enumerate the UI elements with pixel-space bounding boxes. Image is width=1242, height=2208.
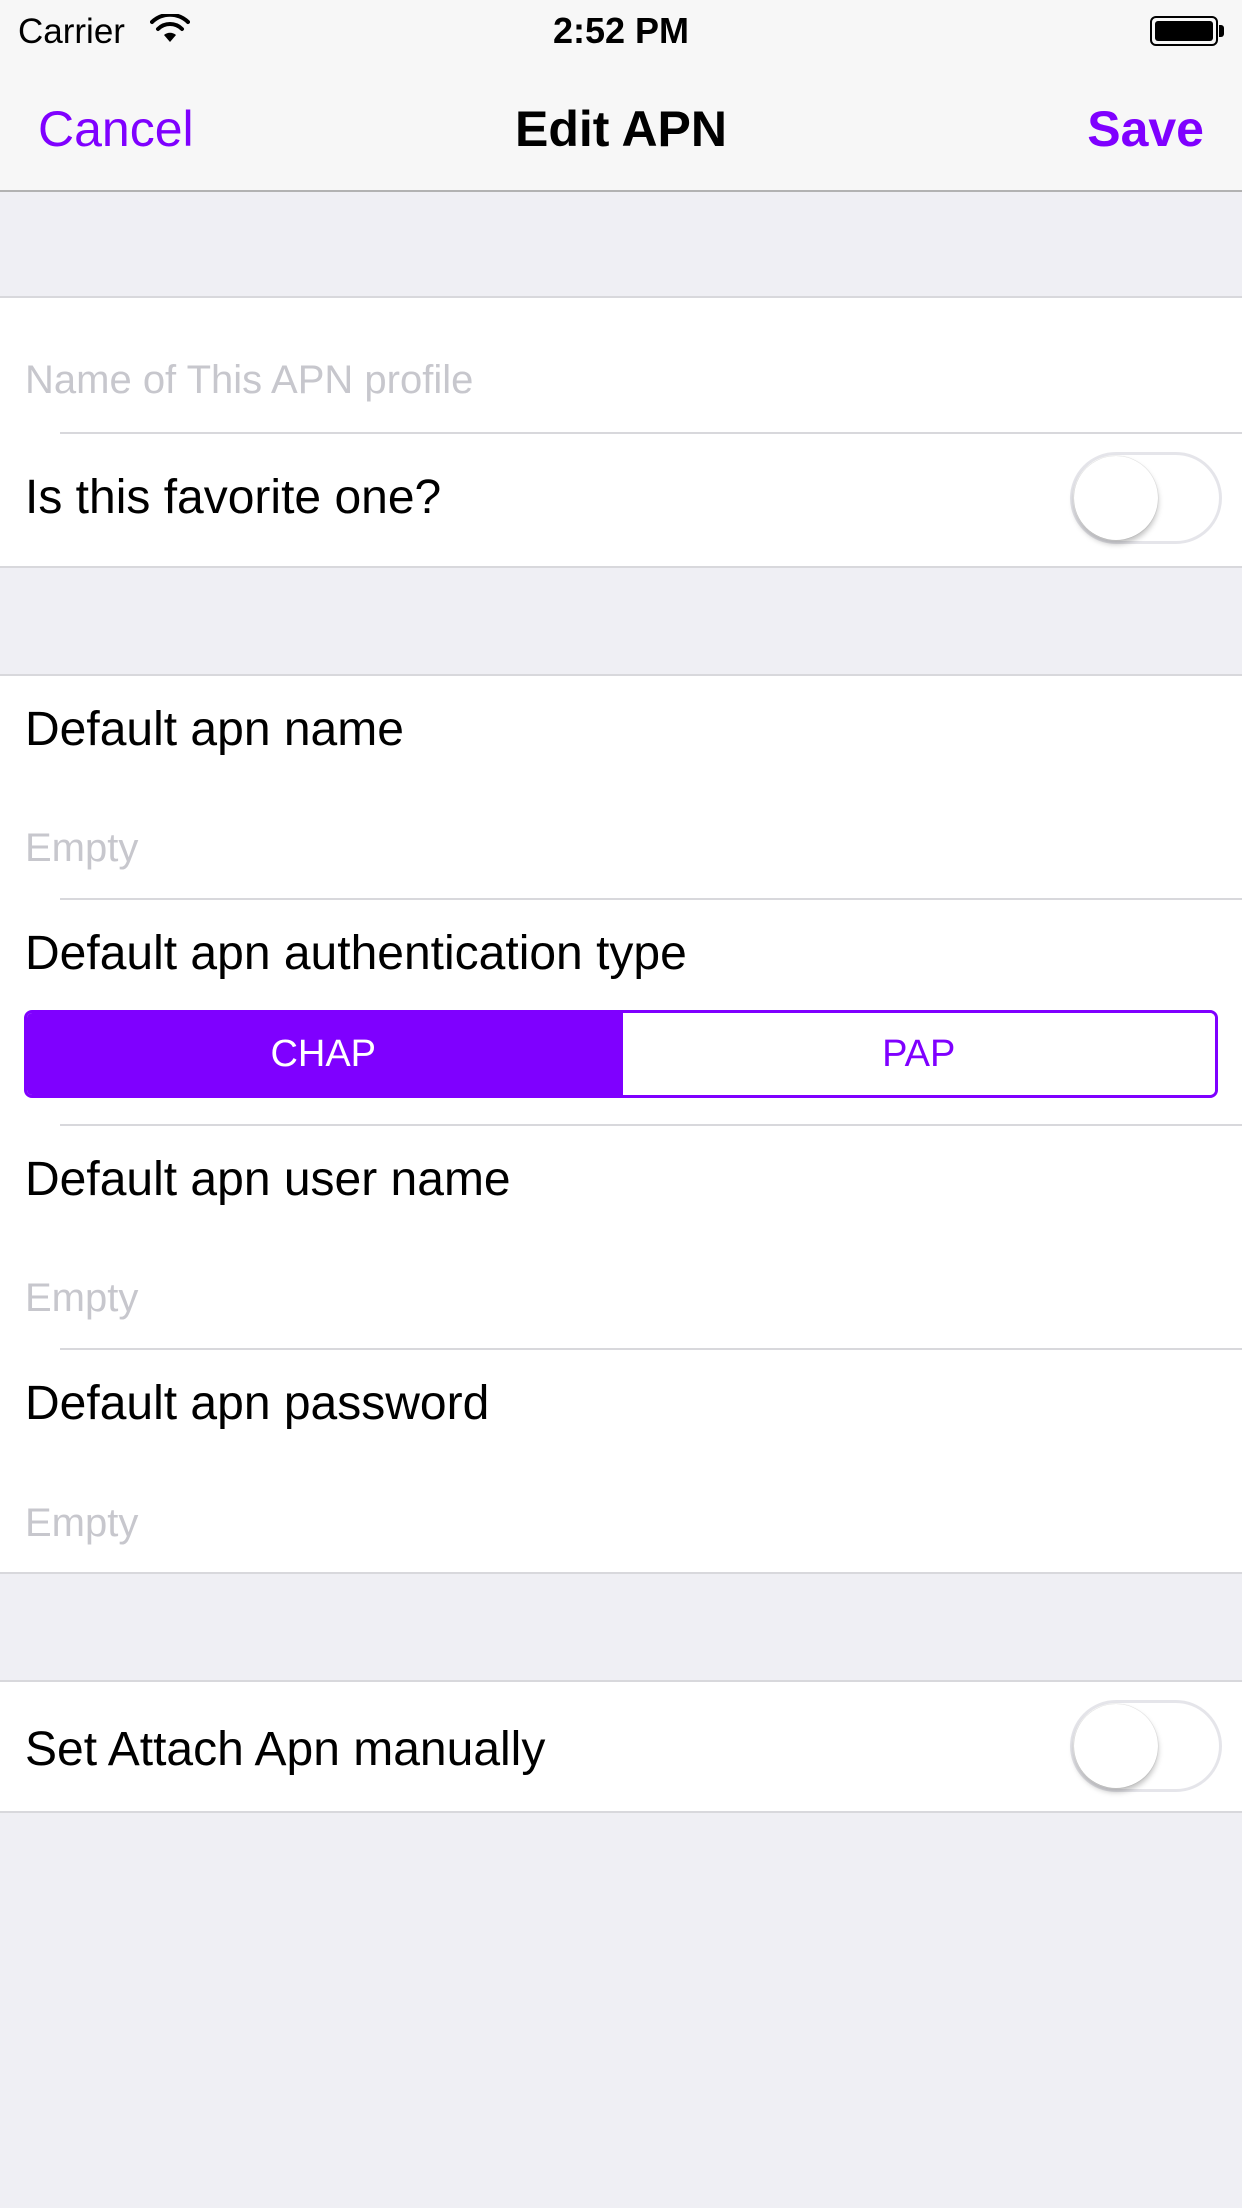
segment-chap[interactable]: CHAP xyxy=(27,1013,620,1095)
favorite-label: Is this favorite one? xyxy=(25,471,442,524)
divider xyxy=(60,1348,1242,1350)
auth-type-segmented-control[interactable]: CHAP PAP xyxy=(24,1010,1218,1098)
segment-pap[interactable]: PAP xyxy=(619,1013,1215,1095)
apn-name-label: Default apn name xyxy=(25,703,404,756)
password-input[interactable]: Empty xyxy=(25,1501,138,1546)
navigation-bar: Cancel Edit APN Save xyxy=(0,60,1242,192)
favorite-toggle[interactable] xyxy=(1070,452,1222,544)
user-name-label: Default apn user name xyxy=(25,1153,511,1206)
attach-manual-label: Set Attach Apn manually xyxy=(25,1723,546,1776)
divider xyxy=(60,898,1242,900)
toggle-knob xyxy=(1074,1704,1158,1788)
divider xyxy=(60,1124,1242,1126)
user-name-input[interactable]: Empty xyxy=(25,1276,138,1321)
divider xyxy=(60,432,1242,434)
apn-name-input[interactable]: Empty xyxy=(25,826,138,871)
auth-type-label: Default apn authentication type xyxy=(25,927,687,980)
profile-name-input[interactable]: Name of This APN profile xyxy=(25,358,473,403)
attach-section: Set Attach Apn manually xyxy=(0,1680,1242,1813)
cancel-button[interactable]: Cancel xyxy=(38,100,194,158)
status-bar: Carrier 2:52 PM xyxy=(0,0,1242,60)
default-apn-section: Default apn name Empty Default apn authe… xyxy=(0,674,1242,1574)
status-time: 2:52 PM xyxy=(552,10,690,51)
password-label: Default apn password xyxy=(25,1377,490,1430)
battery-icon xyxy=(1150,16,1224,46)
toggle-knob xyxy=(1074,456,1158,540)
attach-manual-toggle[interactable] xyxy=(1070,1700,1222,1792)
save-button[interactable]: Save xyxy=(1087,100,1204,158)
profile-section: Name of This APN profile Is this favorit… xyxy=(0,296,1242,568)
